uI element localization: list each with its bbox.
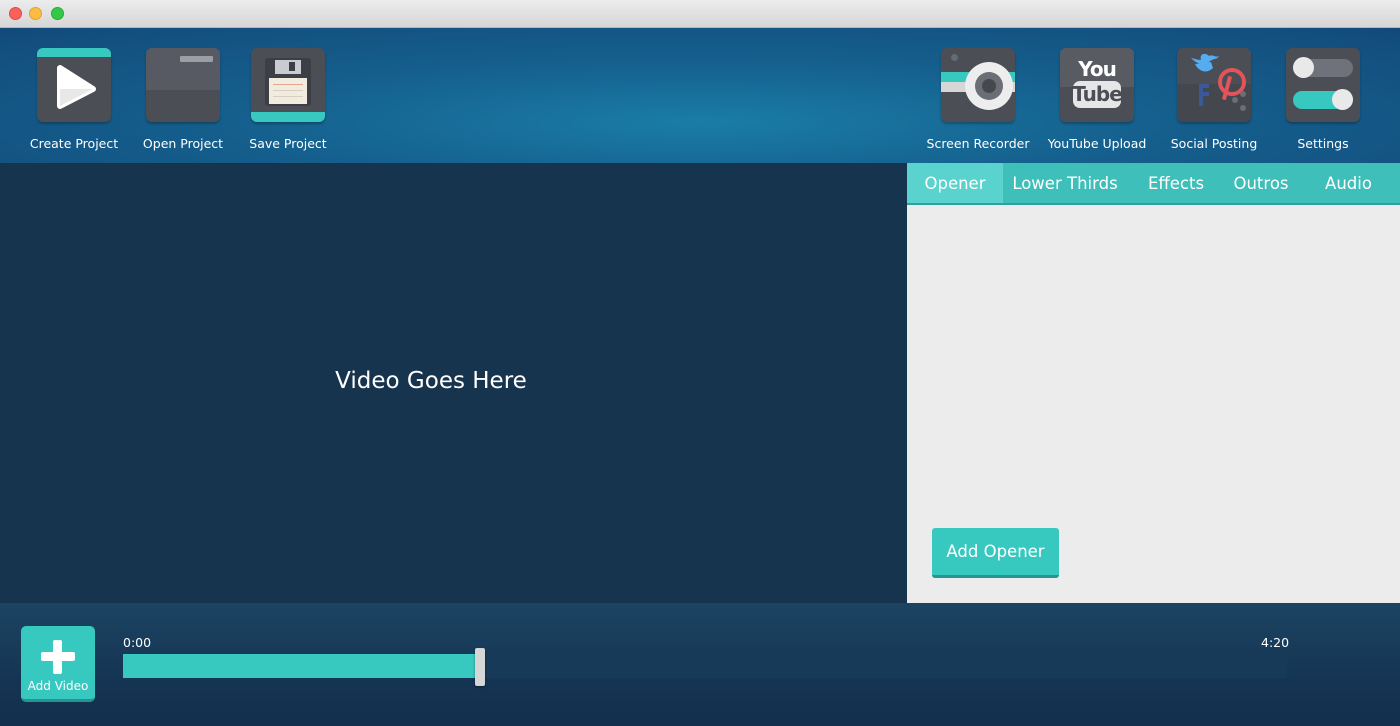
youtube-upload-label: YouTube Upload: [1047, 136, 1147, 151]
panel-tabs: Opener Lower Thirds Effects Outros Audio: [907, 163, 1400, 205]
timeline-track[interactable]: [123, 648, 1287, 686]
open-project-button[interactable]: Open Project: [123, 48, 243, 151]
tab-audio[interactable]: Audio: [1297, 163, 1400, 203]
youtube-upload-button[interactable]: You Tube YouTube Upload: [1037, 48, 1157, 151]
tab-outros[interactable]: Outros: [1225, 163, 1297, 203]
screen-recorder-label: Screen Recorder: [926, 136, 1030, 151]
main-toolbar: Create Project Open Project Save Project: [0, 28, 1400, 163]
camera-icon: [941, 48, 1015, 122]
minimize-window-button[interactable]: [29, 7, 42, 20]
timeline-playhead-handle[interactable]: [475, 648, 485, 686]
timeline-progress-fill: [123, 654, 480, 678]
close-window-button[interactable]: [9, 7, 22, 20]
social-posting-label: Social Posting: [1170, 136, 1258, 151]
screen-recorder-button[interactable]: Screen Recorder: [918, 48, 1038, 151]
video-placeholder-text: Video Goes Here: [335, 368, 527, 394]
social-posting-button[interactable]: Social Posting: [1154, 48, 1274, 151]
video-preview-area[interactable]: Video Goes Here: [0, 163, 907, 603]
save-project-button[interactable]: Save Project: [228, 48, 348, 151]
create-project-button[interactable]: Create Project: [14, 48, 134, 151]
play-icon: [37, 48, 111, 122]
timeline-end-time: 4:20: [1261, 635, 1290, 650]
tab-lower-thirds[interactable]: Lower Thirds: [1003, 163, 1127, 203]
toggle-switches-icon: [1286, 48, 1360, 122]
youtube-icon: You Tube: [1060, 48, 1134, 122]
add-opener-button[interactable]: Add Opener: [932, 528, 1059, 578]
window-title-bar: [0, 0, 1400, 28]
settings-label: Settings: [1297, 136, 1349, 151]
assets-panel: Opener Lower Thirds Effects Outros Audio…: [907, 163, 1400, 603]
add-video-label: Add Video: [27, 679, 89, 693]
floppy-disk-icon: [251, 48, 325, 122]
timeline-bar: Add Video 0:00 4:20: [0, 603, 1400, 726]
tab-opener[interactable]: Opener: [907, 163, 1003, 203]
tab-effects[interactable]: Effects: [1127, 163, 1225, 203]
open-project-label: Open Project: [142, 136, 224, 151]
zoom-window-button[interactable]: [51, 7, 64, 20]
save-project-label: Save Project: [249, 136, 327, 151]
social-icon: [1177, 48, 1251, 122]
create-project-label: Create Project: [29, 136, 119, 151]
add-video-button[interactable]: Add Video: [21, 626, 95, 702]
folder-icon: [146, 48, 220, 122]
timeline-start-time: 0:00: [123, 635, 152, 650]
settings-button[interactable]: Settings: [1263, 48, 1383, 151]
